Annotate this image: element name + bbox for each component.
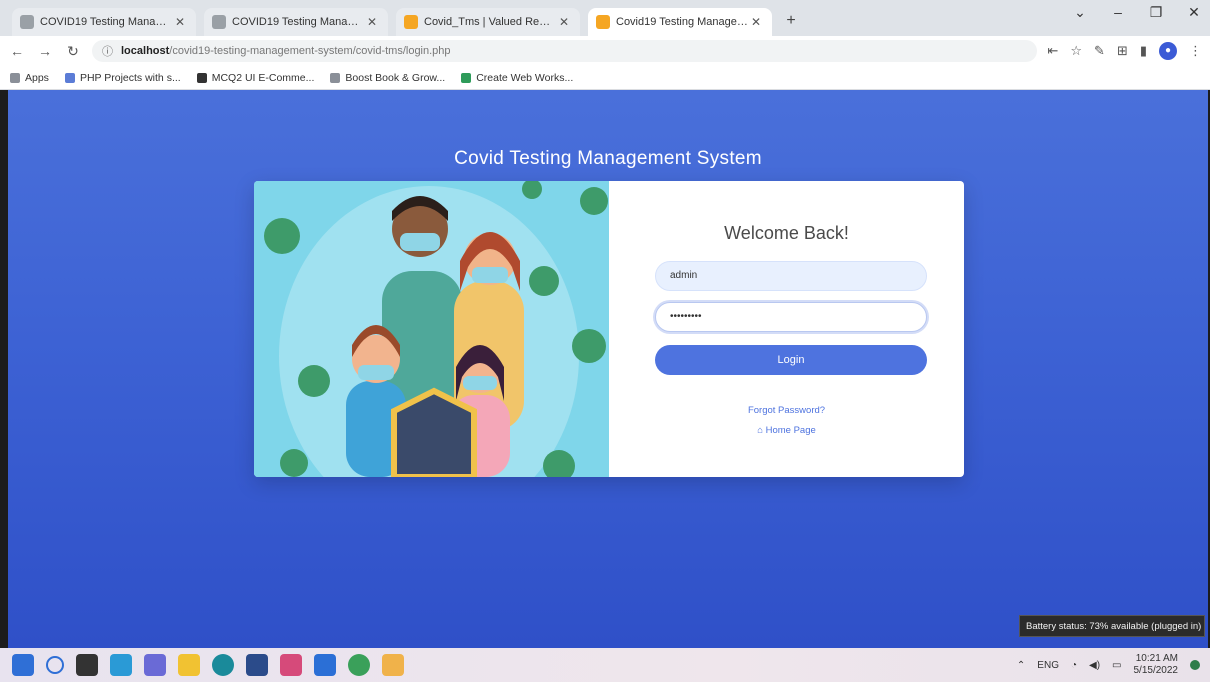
puzzle-icon[interactable]: ⊞ xyxy=(1117,43,1128,59)
home-page-label: Home Page xyxy=(765,425,816,436)
word-icon[interactable] xyxy=(314,654,336,676)
browser-tab-active[interactable]: Covid19 Testing Management ✕ xyxy=(588,8,772,36)
home-page-link[interactable]: ⌂ Home Page xyxy=(609,425,964,436)
browser-tab-bar: COVID19 Testing Management ✕ COVID19 Tes… xyxy=(0,0,1210,36)
extension-icon[interactable]: ✎ xyxy=(1094,43,1105,59)
minimize-icon[interactable]: – xyxy=(1108,4,1128,21)
new-tab-button[interactable]: + xyxy=(780,10,802,32)
tab-favicon-icon xyxy=(596,15,610,29)
bookmarks-bar: Apps PHP Projects with s... MCQ2 UI E-Co… xyxy=(0,66,1210,90)
app-icon[interactable] xyxy=(280,654,302,676)
tab-favicon-icon xyxy=(404,15,418,29)
back-arrow-icon[interactable]: ← xyxy=(8,43,26,59)
extensions-area: ⇤ ☆ ✎ ⊞ ▮ ● ⋮ xyxy=(1047,42,1202,60)
browser-tab[interactable]: COVID19 Testing Management ✕ xyxy=(12,8,196,36)
clock-date: 5/15/2022 xyxy=(1133,665,1179,676)
window-controls: ⌄ – ❐ ✕ xyxy=(1070,4,1204,21)
avatar[interactable]: ● xyxy=(1159,42,1177,60)
close-tab-icon[interactable]: ✕ xyxy=(556,15,572,29)
page-background: Covid Testing Management System Welcome … xyxy=(8,90,1208,648)
bookmark-icon xyxy=(461,72,472,83)
info-icon[interactable]: ⓘ xyxy=(102,43,113,59)
bookmark-item[interactable]: Apps xyxy=(10,72,49,84)
close-tab-icon[interactable]: ✕ xyxy=(364,15,380,29)
chat-icon[interactable] xyxy=(144,654,166,676)
family-mask-illustration xyxy=(254,181,609,477)
search-icon[interactable] xyxy=(46,656,64,674)
task-view-icon[interactable] xyxy=(76,654,98,676)
tab-title: Covid_Tms | Valued Report xyxy=(424,16,556,28)
url-path: /covid19-testing-management-system/covid… xyxy=(169,45,451,57)
bookmark-item[interactable]: PHP Projects with s... xyxy=(64,72,181,84)
url-host: localhost xyxy=(121,45,170,57)
page-title: Covid Testing Management System xyxy=(454,148,762,169)
bookmark-icon xyxy=(64,72,75,83)
clock[interactable]: 10:21 AM 5/15/2022 xyxy=(1134,653,1179,677)
bookmark-item[interactable]: Create Web Works... xyxy=(461,72,573,84)
welcome-heading: Welcome Back! xyxy=(724,223,849,243)
close-tab-icon[interactable]: ✕ xyxy=(748,15,764,29)
illustration-svg xyxy=(254,181,609,477)
bookmark-item[interactable]: Boost Book & Grow... xyxy=(330,72,445,84)
system-tray: ⌃ ENG ◔ ◀) ▭ 10:21 AM 5/15/2022 xyxy=(1017,648,1200,682)
login-form: Welcome Back! admin ••••••••• Login Forg… xyxy=(609,181,964,477)
sticky-notes-icon[interactable] xyxy=(382,654,404,676)
tab-favicon-icon xyxy=(20,15,34,29)
windows-taskbar: ⌃ ENG ◔ ◀) ▭ 10:21 AM 5/15/2022 xyxy=(0,648,1210,682)
maximize-icon[interactable]: ❐ xyxy=(1146,4,1166,21)
notification-icon[interactable] xyxy=(1190,660,1200,670)
battery-tooltip: Battery status: 73% available (plugged i… xyxy=(1019,615,1205,637)
browser-tab[interactable]: Covid_Tms | Valued Report ✕ xyxy=(396,8,580,36)
close-tab-icon[interactable]: ✕ xyxy=(172,15,188,29)
store-icon[interactable] xyxy=(246,654,268,676)
apps-icon xyxy=(10,72,20,83)
home-icon: ⌂ xyxy=(757,425,763,436)
windows-start-icon[interactable] xyxy=(12,654,34,676)
bookmark-item[interactable]: MCQ2 UI E-Comme... xyxy=(196,72,314,84)
share-icon[interactable]: ⇤ xyxy=(1047,43,1058,59)
forward-arrow-icon[interactable]: → xyxy=(36,43,54,59)
clock-time: 10:21 AM xyxy=(1135,653,1178,664)
address-toolbar: ← → ↻ ⓘ localhost /covid19-testing-manag… xyxy=(0,36,1210,66)
wifi-icon[interactable]: ◔ xyxy=(1071,660,1077,671)
bookmark-icon xyxy=(330,72,341,83)
url-input[interactable]: ⓘ localhost /covid19-testing-management-… xyxy=(92,40,1038,62)
star-icon[interactable]: ☆ xyxy=(1070,43,1082,59)
tab-title: COVID19 Testing Management xyxy=(40,16,172,28)
file-explorer-icon[interactable] xyxy=(178,654,200,676)
tab-title: COVID19 Testing Management xyxy=(232,16,364,28)
chevron-up-icon[interactable]: ⌃ xyxy=(1017,660,1025,671)
close-window-icon[interactable]: ✕ xyxy=(1184,4,1204,21)
sidebar-icon[interactable]: ▮ xyxy=(1140,43,1147,59)
username-input[interactable]: admin xyxy=(655,261,927,291)
reload-icon[interactable]: ↻ xyxy=(64,43,82,60)
bookmark-icon xyxy=(196,72,207,83)
login-button[interactable]: Login xyxy=(655,345,927,375)
browser-tab[interactable]: COVID19 Testing Management ✕ xyxy=(204,8,388,36)
tab-title: Covid19 Testing Management xyxy=(616,16,748,28)
language-indicator[interactable]: ENG xyxy=(1037,660,1059,671)
edge-browser-icon[interactable] xyxy=(212,654,234,676)
password-input[interactable]: ••••••••• xyxy=(655,302,927,332)
chevron-down-icon[interactable]: ⌄ xyxy=(1070,4,1090,21)
menu-icon[interactable]: ⋮ xyxy=(1189,43,1202,59)
login-card: Welcome Back! admin ••••••••• Login Forg… xyxy=(254,181,964,477)
forgot-password-link[interactable]: Forgot Password? xyxy=(609,405,964,416)
chrome-icon[interactable] xyxy=(348,654,370,676)
tab-favicon-icon xyxy=(212,15,226,29)
battery-icon[interactable]: ▭ xyxy=(1112,660,1121,671)
volume-icon[interactable]: ◀) xyxy=(1089,660,1100,671)
widgets-icon[interactable] xyxy=(110,654,132,676)
